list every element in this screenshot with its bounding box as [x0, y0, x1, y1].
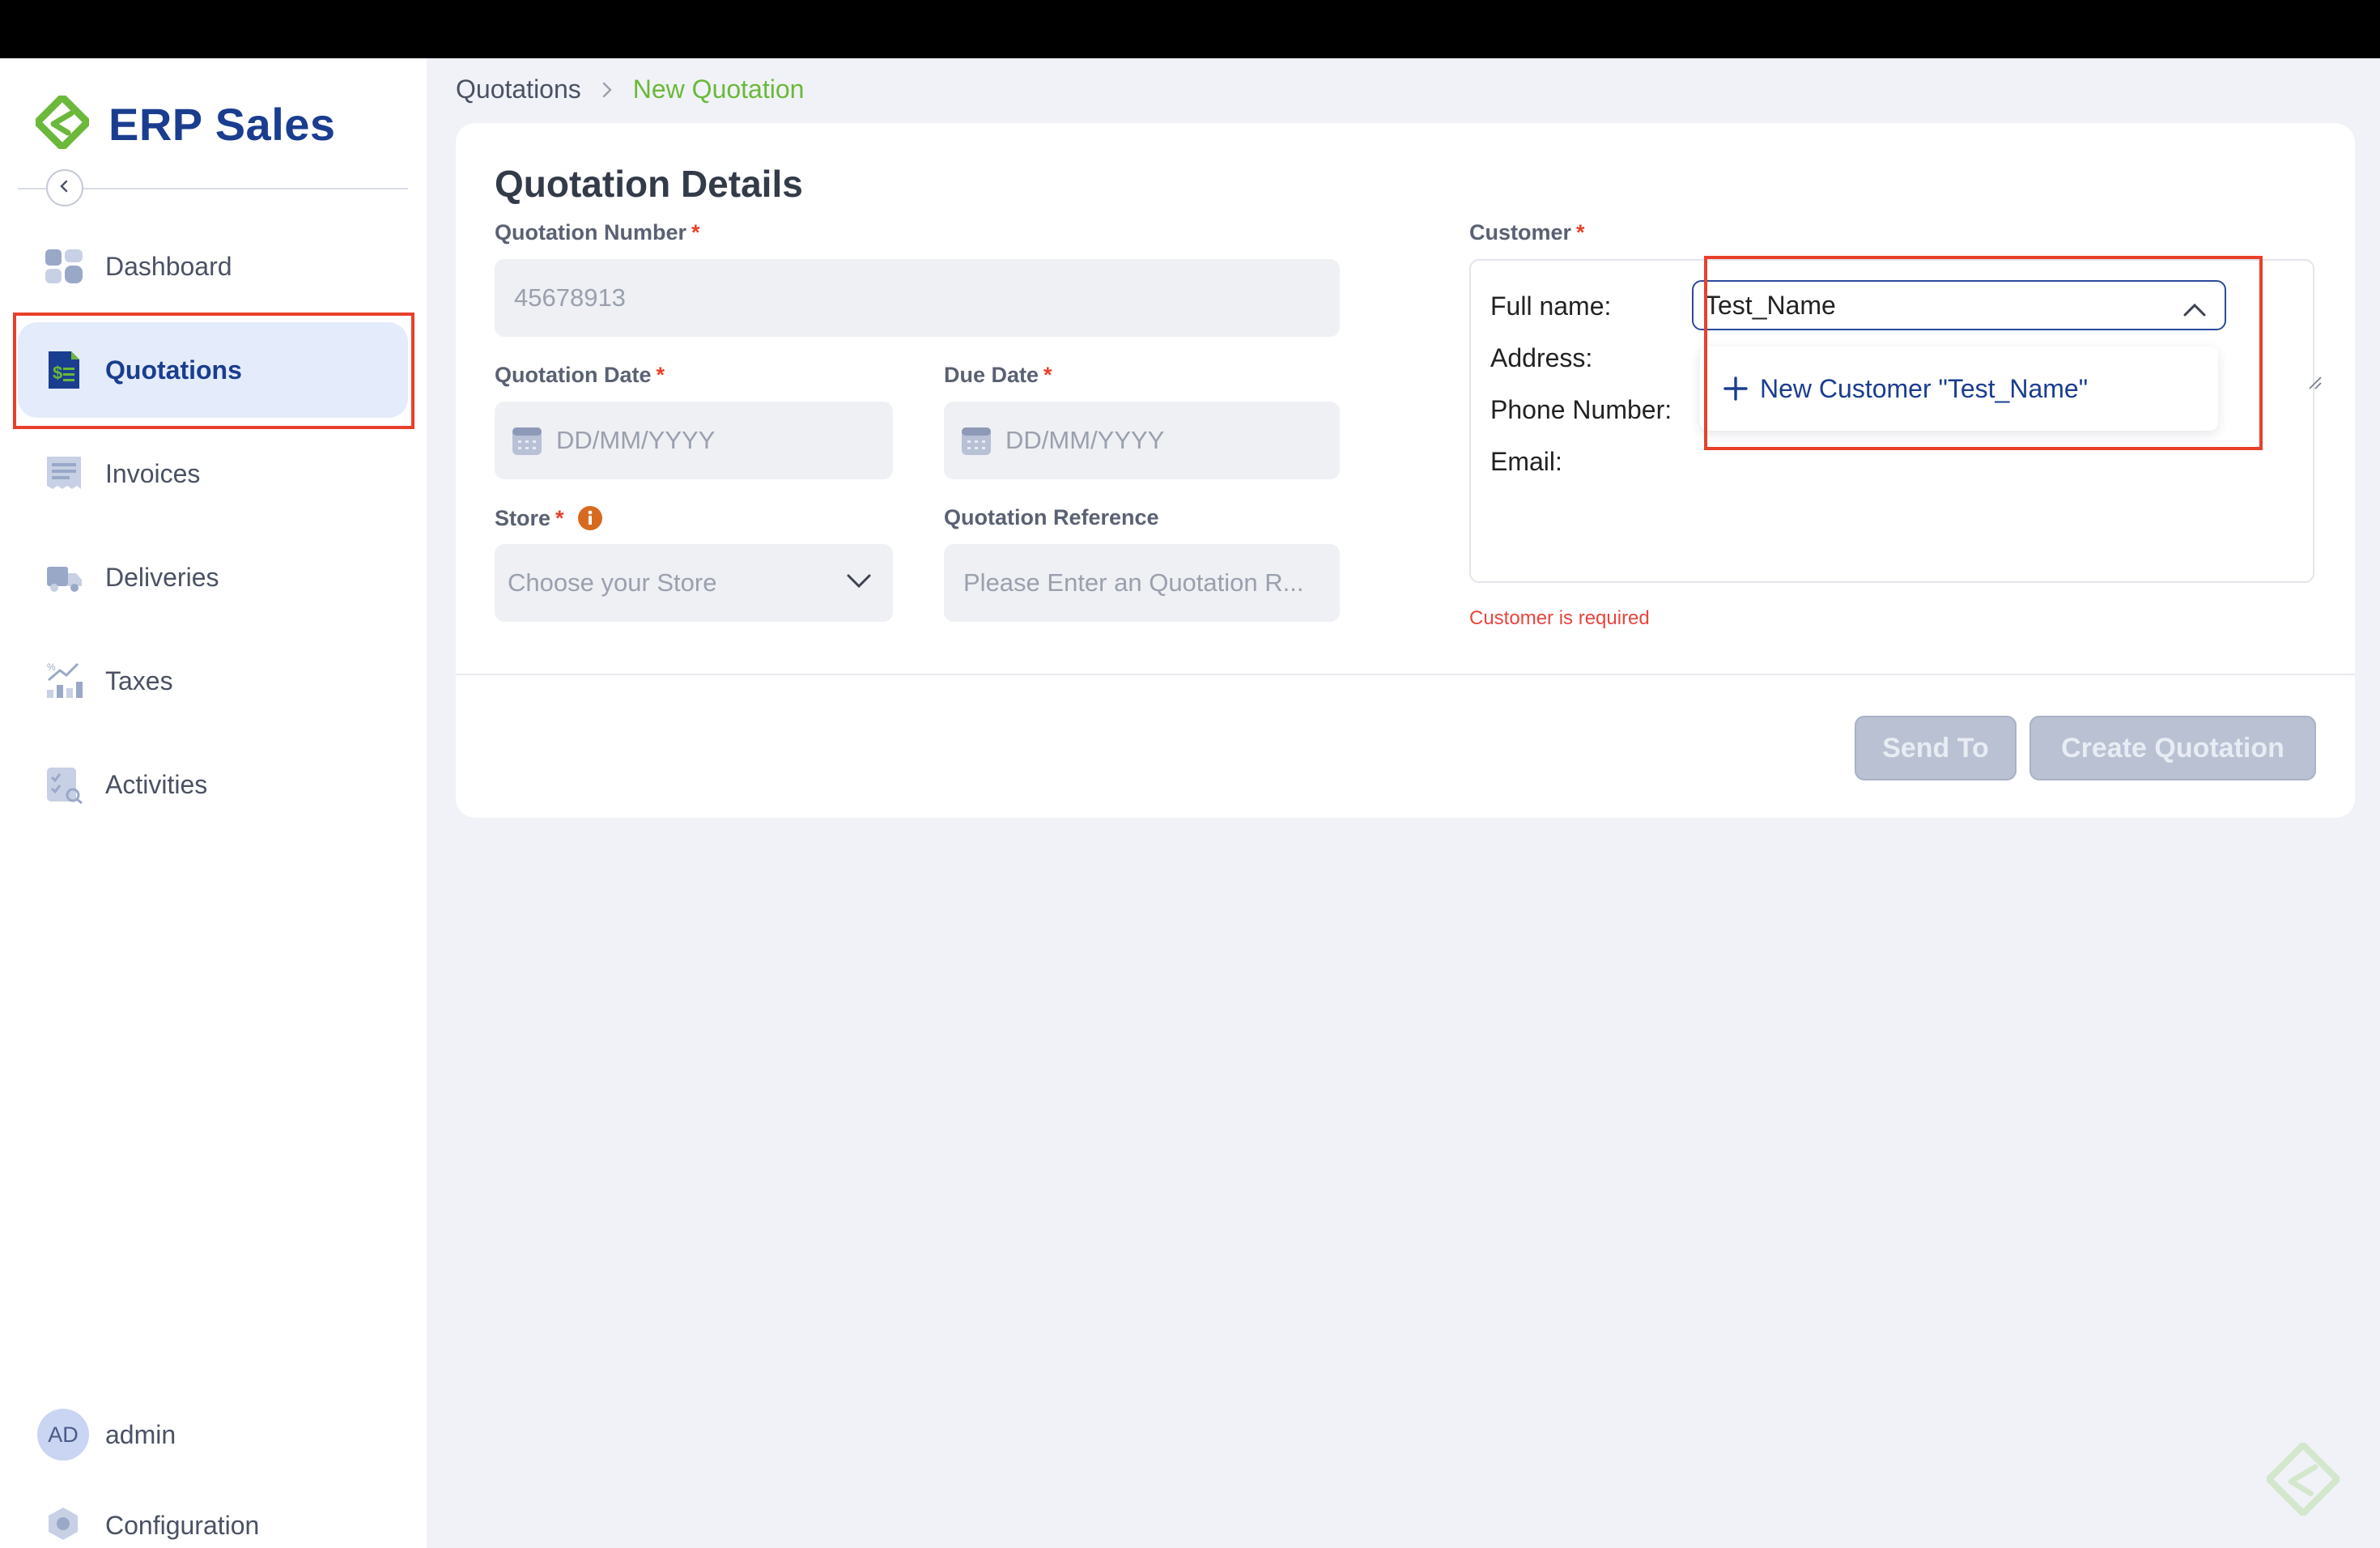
quotation-reference-placeholder: Please Enter an Quotation R...	[963, 568, 1304, 597]
sidebar-item-label: Activities	[105, 769, 208, 799]
sidebar-item-activities[interactable]: Activities	[18, 737, 408, 832]
sidebar-item-configuration[interactable]: Configuration	[45, 1506, 259, 1546]
store-label: Store *	[495, 505, 603, 531]
required-mark: *	[555, 505, 564, 530]
breadcrumb-current: New Quotation	[632, 74, 805, 104]
top-bar	[0, 0, 2380, 58]
dashboard-icon	[44, 246, 84, 287]
sidebar: ERP Sales Dashboard $ Quotations Invoice…	[0, 58, 427, 1548]
due-date-placeholder: DD/MM/YYYY	[1005, 426, 1165, 454]
configuration-label: Configuration	[105, 1511, 260, 1540]
user-name: admin	[105, 1419, 176, 1449]
invoice-icon	[44, 453, 84, 494]
main-content: Quotations New Quotation Quotation Detai…	[427, 58, 2380, 1548]
erp-watermark-icon	[2265, 1441, 2341, 1520]
customer-label: Customer *	[1469, 220, 1585, 245]
calendar-icon	[960, 424, 992, 457]
create-quotation-button[interactable]: Create Quotation	[2029, 716, 2316, 780]
quotation-reference-field[interactable]: Please Enter an Quotation R...	[944, 544, 1340, 622]
quotation-number-label-text: Quotation Number	[495, 220, 686, 245]
calendar-icon	[511, 424, 543, 457]
address-label: Address:	[1490, 343, 1593, 372]
due-date-field[interactable]: DD/MM/YYYY	[944, 402, 1340, 479]
full-name-label: Full name:	[1490, 291, 1612, 321]
resize-handle-icon[interactable]	[2308, 376, 2323, 394]
highlight-box-customer	[1704, 256, 2263, 450]
sidebar-item-label: Dashboard	[105, 251, 232, 281]
store-label-text: Store	[495, 505, 551, 530]
quotation-number-field[interactable]: 45678913	[495, 259, 1340, 337]
highlight-box-quotations	[13, 313, 414, 429]
breadcrumb-quotations-link[interactable]: Quotations	[456, 74, 581, 104]
app-name: ERP Sales	[108, 99, 336, 150]
sidebar-item-label: Invoices	[105, 458, 201, 488]
quotation-reference-label: Quotation Reference	[944, 505, 1159, 530]
user-profile[interactable]: AD admin	[37, 1409, 176, 1461]
avatar: AD	[37, 1409, 89, 1461]
send-to-button[interactable]: Send To	[1855, 716, 2017, 780]
chevron-left-icon	[57, 179, 72, 198]
due-date-label: Due Date *	[944, 363, 1052, 388]
due-date-label-text: Due Date	[944, 363, 1039, 387]
gear-icon	[45, 1506, 81, 1546]
quotation-date-field[interactable]: DD/MM/YYYY	[495, 402, 893, 479]
customer-error-message: Customer is required	[1469, 607, 1650, 629]
required-mark: *	[1043, 363, 1052, 387]
phone-number-label: Phone Number:	[1490, 395, 1672, 424]
svg-text:%: %	[47, 661, 56, 673]
quotation-date-label-text: Quotation Date	[495, 363, 652, 387]
quotation-reference-label-text: Quotation Reference	[944, 505, 1159, 529]
page-title: Quotation Details	[495, 163, 803, 205]
quotation-date-label: Quotation Date *	[495, 363, 665, 388]
quotation-number-value: 45678913	[514, 283, 626, 312]
required-mark: *	[691, 220, 700, 245]
sidebar-item-deliveries[interactable]: Deliveries	[18, 529, 408, 625]
sidebar-item-dashboard[interactable]: Dashboard	[18, 219, 408, 314]
sidebar-item-taxes[interactable]: % Taxes	[18, 633, 408, 729]
quotation-number-label: Quotation Number *	[495, 220, 700, 245]
collapse-sidebar-button[interactable]	[46, 169, 83, 206]
app-logo[interactable]: ERP Sales	[33, 93, 336, 153]
chevron-down-icon	[846, 573, 872, 589]
info-icon[interactable]	[577, 505, 603, 531]
tax-chart-icon: %	[44, 661, 84, 701]
store-placeholder: Choose your Store	[508, 568, 717, 597]
quotation-details-card: Quotation Details Quotation Number * 456…	[456, 123, 2355, 818]
breadcrumb: Quotations New Quotation	[456, 74, 804, 104]
customer-label-text: Customer	[1469, 220, 1572, 245]
erp-logo-icon	[33, 93, 91, 153]
required-mark: *	[1576, 220, 1585, 245]
email-label: Email:	[1490, 447, 1562, 476]
store-select[interactable]: Choose your Store	[495, 544, 893, 622]
sidebar-item-label: Taxes	[105, 666, 173, 695]
chevron-right-icon	[601, 81, 614, 99]
required-mark: *	[656, 363, 665, 387]
activity-icon	[44, 764, 84, 805]
truck-icon	[44, 557, 84, 598]
quotation-date-placeholder: DD/MM/YYYY	[556, 426, 716, 454]
sidebar-item-label: Deliveries	[105, 562, 219, 592]
sidebar-item-invoices[interactable]: Invoices	[18, 426, 408, 521]
card-divider	[456, 674, 2355, 675]
